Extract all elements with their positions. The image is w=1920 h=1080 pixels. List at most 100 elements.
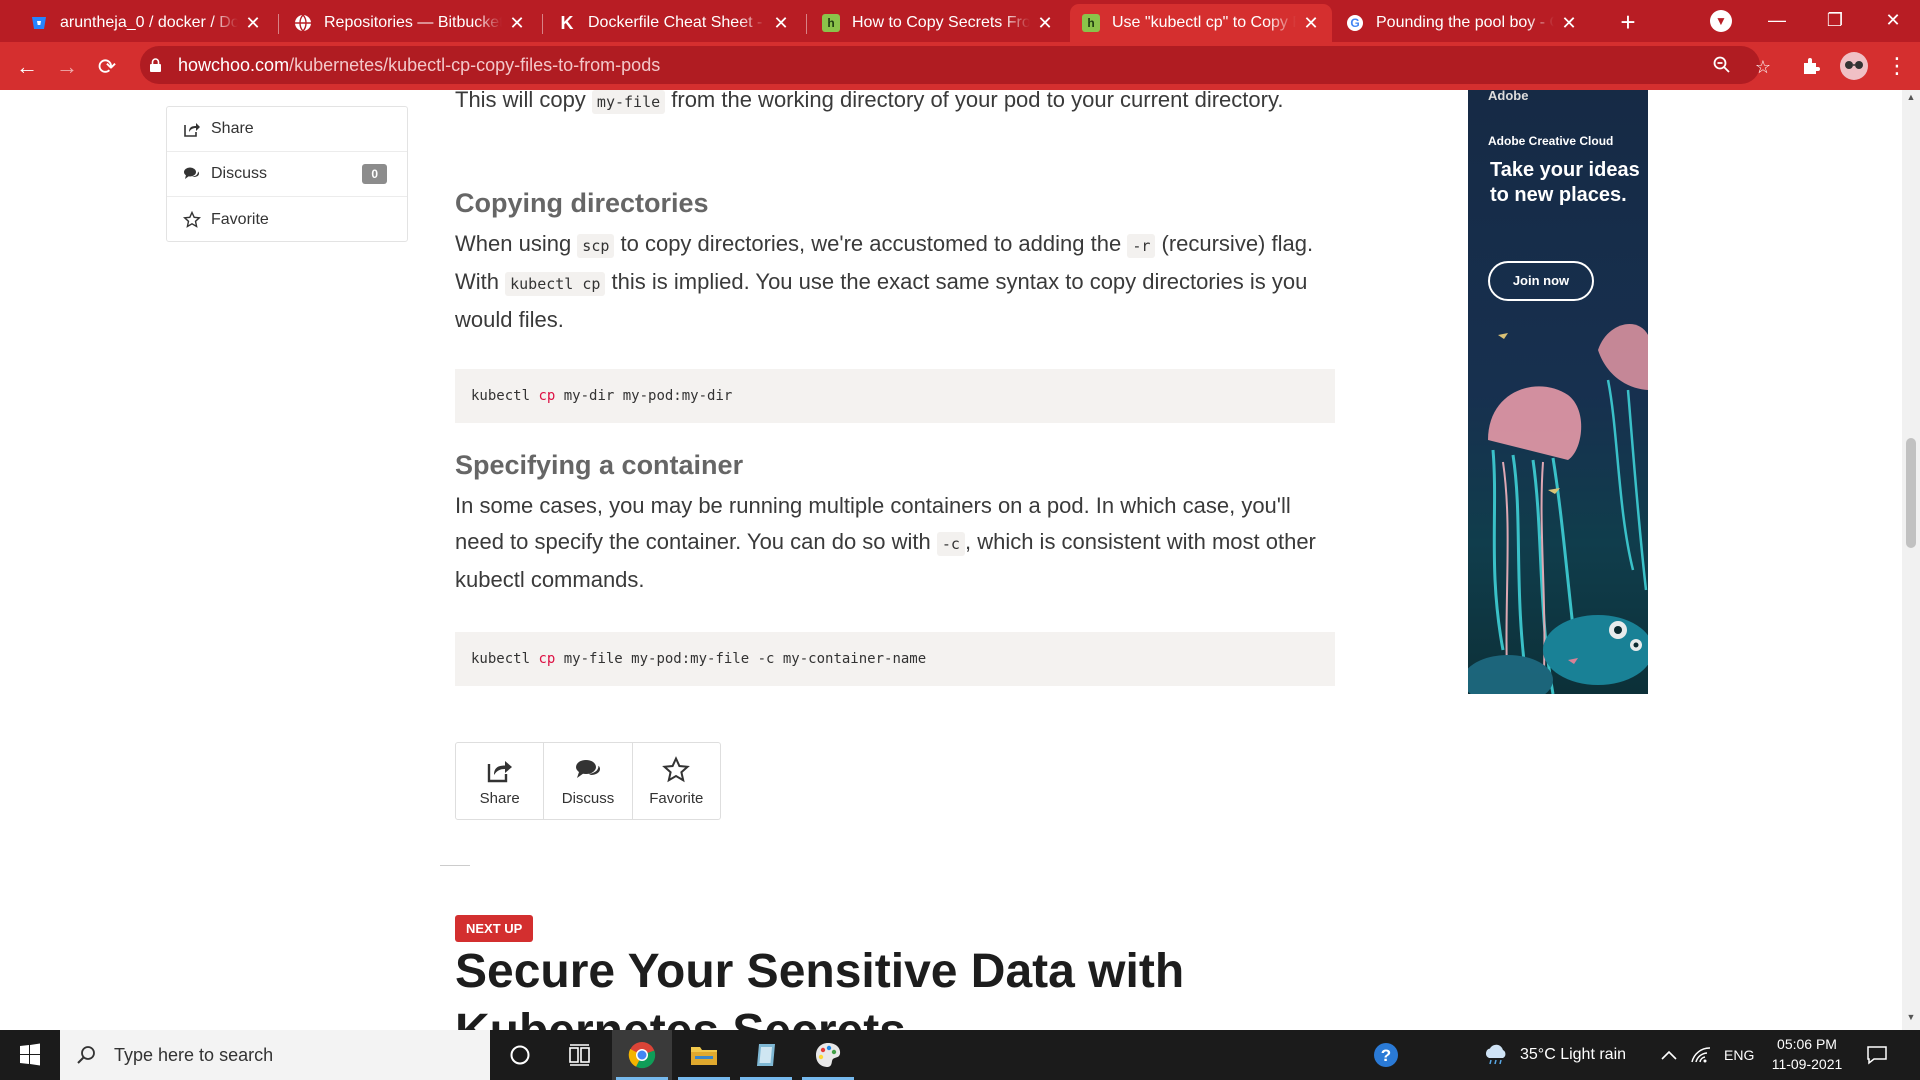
chrome-taskbar-icon[interactable]	[612, 1030, 672, 1080]
tab-strip: aruntheja_0 / docker / Dock ✕ Repositori…	[0, 0, 1920, 42]
comment-count-badge: 0	[362, 164, 387, 184]
tab-dockerfile-cheatsheet[interactable]: K Dockerfile Cheat Sheet - Ka ✕	[546, 4, 802, 42]
favorite-button[interactable]: Favorite	[633, 743, 720, 819]
chevron-up-icon	[1661, 1050, 1677, 1060]
discuss-button[interactable]: Discuss	[544, 743, 633, 819]
restore-button[interactable]: ❐	[1806, 0, 1864, 40]
favorite-label: Favorite	[649, 789, 704, 807]
tab-title: Repositories — Bitbucket	[324, 14, 502, 31]
paint-taskbar-icon[interactable]	[798, 1030, 858, 1080]
url-text[interactable]: howchoo.com/kubernetes/kubectl-cp-copy-f…	[178, 55, 660, 76]
paragraph-specifying-container: In some cases, you may be running multip…	[455, 488, 1335, 598]
system-clock[interactable]: 05:06 PM 11-09-2021	[1762, 1034, 1852, 1074]
app-taskbar-icon[interactable]	[736, 1030, 796, 1080]
text: This will copy	[455, 90, 592, 112]
page-scrollbar[interactable]: ▲ ▼	[1902, 90, 1920, 1030]
ad-join-now-button[interactable]: Join now	[1488, 261, 1594, 301]
taskbar-search[interactable]: Type here to search	[60, 1030, 490, 1080]
close-tab-icon[interactable]: ✕	[244, 13, 262, 34]
web-page: Share Discuss 0 Favorite This will copy …	[0, 90, 1902, 1030]
help-icon[interactable]: ?	[1356, 1030, 1416, 1080]
close-tab-icon[interactable]: ✕	[1302, 13, 1320, 34]
url-host: howchoo.com	[178, 55, 290, 75]
code-keyword: cp	[538, 388, 556, 404]
clock-date: 11-09-2021	[1771, 1056, 1843, 1072]
discuss-label: Discuss	[561, 789, 615, 807]
share-button[interactable]: Share	[456, 743, 545, 819]
next-up-badge: NEXT UP	[455, 915, 534, 942]
close-tab-icon[interactable]: ✕	[772, 13, 790, 34]
scroll-up-arrow-icon[interactable]: ▲	[1902, 92, 1920, 108]
divider	[440, 865, 470, 866]
heading-specifying-container: Specifying a container	[455, 450, 744, 480]
file-explorer-icon[interactable]	[674, 1030, 734, 1080]
svg-text:G: G	[1350, 16, 1359, 30]
tab-title: Use "kubectl cp" to Copy Fil	[1112, 14, 1296, 31]
browser-menu-icon[interactable]: ⋮	[1886, 52, 1908, 80]
sidebar-item-favorite[interactable]: Favorite	[167, 197, 407, 242]
ad-brand: Adobe	[1488, 90, 1529, 103]
task-view-icon[interactable]	[550, 1030, 610, 1080]
close-tab-icon[interactable]: ✕	[1560, 13, 1578, 34]
heading-copying-directories: Copying directories	[455, 188, 709, 218]
comments-icon	[575, 759, 600, 778]
text: When using	[455, 231, 578, 256]
back-button[interactable]: ←	[10, 50, 44, 84]
cortana-icon[interactable]	[490, 1030, 550, 1080]
star-icon	[183, 210, 201, 228]
windows-taskbar: Type here to search ? 35°C Light rain EN…	[0, 1030, 1920, 1080]
code-block-copy-container[interactable]: kubectl cp my-file my-pod:my-file -c my-…	[455, 632, 1335, 686]
show-hidden-icons[interactable]	[1660, 1030, 1678, 1080]
forward-button[interactable]: →	[50, 50, 84, 84]
bookmark-star-icon[interactable]: ☆	[1752, 56, 1774, 78]
search-placeholder: Type here to search	[114, 1044, 274, 1065]
sidebar-item-discuss[interactable]: Discuss 0	[167, 152, 407, 197]
new-tab-button[interactable]: +	[1612, 6, 1644, 38]
tab-google-search[interactable]: G Pounding the pool boy - Go ✕	[1334, 4, 1590, 42]
ad-headline: Take your ideas to new places.	[1490, 159, 1640, 206]
code-text: my-file my-pod:my-file -c my-container-n…	[555, 651, 927, 667]
text: from the working directory of your pod t…	[665, 90, 1284, 112]
zoom-icon[interactable]	[1711, 56, 1733, 78]
lock-icon[interactable]	[150, 58, 161, 72]
scrollbar-thumb[interactable]	[1906, 438, 1916, 548]
close-window-button[interactable]: ✕	[1864, 0, 1920, 40]
code-text: kubectl	[471, 388, 539, 404]
tab-separator	[542, 14, 543, 34]
language-indicator[interactable]: ENG	[1724, 1030, 1754, 1080]
text: to copy directories, we're accustomed to…	[614, 231, 1128, 256]
extensions-icon[interactable]	[1800, 56, 1822, 78]
tab-howchoo-secrets[interactable]: h How to Copy Secrets From ✕	[810, 4, 1066, 42]
cloud-rain-icon	[1485, 1044, 1506, 1065]
notifications-icon[interactable]	[1866, 1030, 1888, 1080]
tab-separator	[806, 14, 807, 34]
adobe-advertisement[interactable]: Adobe Adobe Creative Cloud Take your ide…	[1468, 90, 1648, 694]
share-icon	[184, 123, 200, 137]
tab-search-icon[interactable]: ▼	[1710, 10, 1732, 32]
weather-widget[interactable]: 35°C Light rain	[1482, 1030, 1626, 1080]
reload-button[interactable]: ⟳	[90, 50, 124, 84]
ad-product: Adobe Creative Cloud	[1488, 134, 1614, 148]
sidebar-item-label: Share	[211, 120, 254, 137]
tab-bitbucket-repos[interactable]: Repositories — Bitbucket ✕	[282, 4, 538, 42]
star-icon	[662, 755, 691, 782]
inline-code: my-file	[591, 90, 666, 114]
close-tab-icon[interactable]: ✕	[508, 13, 526, 34]
scroll-down-arrow-icon[interactable]: ▼	[1902, 1012, 1920, 1028]
share-label: Share	[479, 789, 520, 807]
sidebar-item-share[interactable]: Share	[167, 107, 407, 152]
tab-bitbucket-docker[interactable]: aruntheja_0 / docker / Dock ✕	[18, 4, 274, 42]
windows-logo-icon	[20, 1043, 40, 1066]
sidebar-item-label: Discuss	[211, 165, 268, 182]
tab-separator	[278, 14, 279, 34]
network-icon[interactable]	[1690, 1030, 1712, 1080]
next-article-title[interactable]: Secure Your Sensitive Data with Kubernet…	[455, 942, 1435, 1030]
start-button[interactable]	[0, 1030, 60, 1080]
code-block-copy-dir[interactable]: kubectl cp my-dir my-pod:my-dir	[455, 369, 1335, 423]
close-tab-icon[interactable]: ✕	[1036, 13, 1054, 34]
comments-icon	[184, 167, 199, 179]
minimize-button[interactable]: —	[1748, 0, 1806, 40]
weather-text: 35°C Light rain	[1520, 1046, 1627, 1063]
profile-avatar[interactable]	[1840, 52, 1868, 80]
tab-howchoo-kubectl-cp[interactable]: h Use "kubectl cp" to Copy Fil ✕	[1070, 4, 1332, 42]
